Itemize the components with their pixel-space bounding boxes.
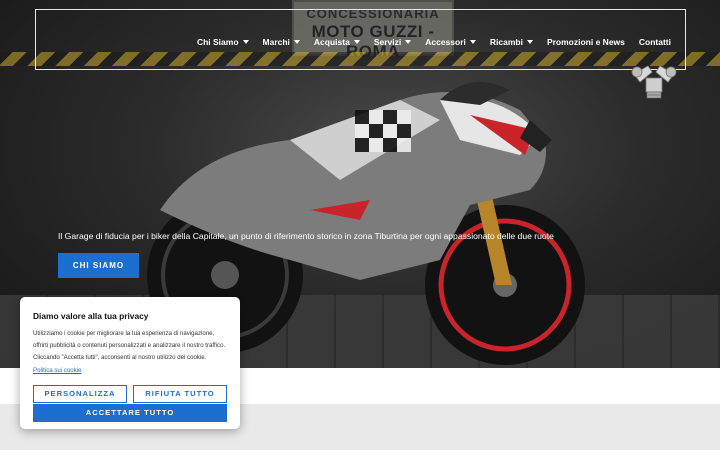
- nav-item-label: Accessori: [425, 37, 466, 47]
- cookie-consent-dialog: Diamo valore alla tua privacy Utilizziam…: [20, 297, 240, 429]
- nav-item-label: Acquista: [313, 37, 350, 47]
- header-frame: Chi Siamo Marchi Acquista Servizi Access…: [35, 9, 686, 70]
- nav-item-label: Servizi: [373, 37, 402, 47]
- chevron-down-icon: [353, 40, 360, 44]
- nav-item-contatti[interactable]: Contatti: [639, 37, 671, 47]
- nav-item-label: Marchi: [262, 37, 290, 47]
- nav-item-label: Contatti: [638, 37, 671, 47]
- nav-item-promozioni[interactable]: Promozioni e News: [547, 37, 625, 47]
- chi-siamo-button[interactable]: CHI SIAMO: [58, 253, 139, 278]
- cookie-body: Utilizziamo i cookie per migliorare la t…: [33, 328, 227, 377]
- chevron-down-icon: [526, 40, 533, 44]
- cookie-button-row: PERSONALIZZA RIFIUTA TUTTO: [33, 384, 227, 403]
- engine-logo-icon[interactable]: [628, 60, 680, 102]
- chevron-down-icon: [242, 40, 249, 44]
- nav-item-marchi[interactable]: Marchi: [263, 37, 300, 47]
- reject-all-button[interactable]: RIFIUTA TUTTO: [133, 384, 227, 403]
- nav-item-servizi[interactable]: Servizi: [373, 37, 412, 47]
- nav-item-chi-siamo[interactable]: Chi Siamo: [197, 37, 249, 47]
- nav-item-label: Promozioni e News: [546, 37, 625, 47]
- chevron-down-icon: [469, 40, 476, 44]
- cookie-title: Diamo valore alla tua privacy: [33, 311, 149, 321]
- main-nav: Chi Siamo Marchi Acquista Servizi Access…: [183, 37, 671, 47]
- accept-all-button[interactable]: ACCETTARE TUTTO: [33, 403, 227, 422]
- nav-item-label: Chi Siamo: [196, 37, 239, 47]
- customize-button[interactable]: PERSONALIZZA: [33, 384, 127, 403]
- nav-item-accessori[interactable]: Accessori: [425, 37, 476, 47]
- chevron-down-icon: [293, 40, 300, 44]
- nav-item-label: Ricambi: [489, 37, 523, 47]
- cookie-body-text: Utilizziamo i cookie per migliorare la t…: [33, 330, 226, 362]
- nav-item-ricambi[interactable]: Ricambi: [490, 37, 533, 47]
- hero-tagline: Il Garage di fiducia per i biker della C…: [58, 231, 554, 241]
- chevron-down-icon: [405, 40, 412, 44]
- nav-item-acquista[interactable]: Acquista: [314, 37, 360, 47]
- cookie-policy-link[interactable]: Politica sui cookie: [33, 367, 81, 374]
